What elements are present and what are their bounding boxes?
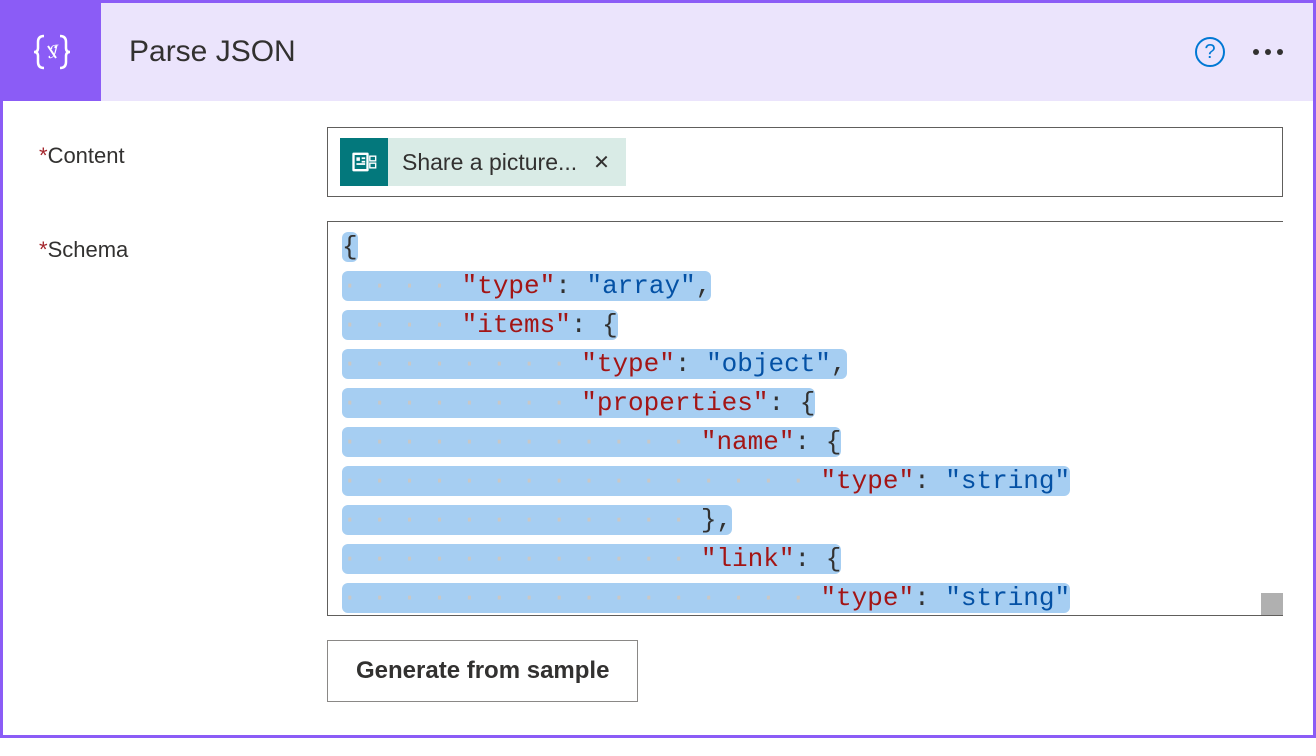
code-line: { (342, 228, 1269, 267)
action-icon: ℐ (3, 3, 101, 101)
content-field: Share a picture... ✕ (327, 127, 1283, 197)
dynamic-content-token[interactable]: Share a picture... ✕ (340, 138, 626, 186)
code-line: ················"type": "string" (342, 579, 1269, 616)
scrollbar-thumb[interactable] (1261, 593, 1283, 615)
code-line: ····"type": "array", (342, 267, 1269, 306)
generate-from-sample-button[interactable]: Generate from sample (327, 640, 638, 702)
code-line: ················"type": "string" (342, 462, 1269, 501)
schema-field: {····"type": "array",····"items": {·····… (327, 221, 1283, 702)
code-line: ············"link": { (342, 540, 1269, 579)
braces-icon: ℐ (28, 28, 76, 76)
code-line: ············"name": { (342, 423, 1269, 462)
required-marker: * (39, 237, 48, 262)
code-line: ········"properties": { (342, 384, 1269, 423)
schema-label: *Schema (39, 221, 327, 263)
required-marker: * (39, 143, 48, 168)
help-icon[interactable]: ? (1195, 37, 1225, 67)
content-row: *Content Share a picture... ✕ (39, 127, 1283, 197)
code-line: ········"type": "object", (342, 345, 1269, 384)
action-title: Parse JSON (129, 35, 1195, 69)
token-label: Share a picture... (402, 149, 577, 176)
content-input[interactable]: Share a picture... ✕ (327, 127, 1283, 197)
forms-icon (340, 138, 388, 186)
action-header: ℐ Parse JSON ? (3, 3, 1313, 101)
more-icon[interactable] (1253, 49, 1283, 55)
code-line: ············}, (342, 501, 1269, 540)
action-body: *Content Share a picture... ✕ *Schema {·… (3, 101, 1313, 756)
content-label: *Content (39, 127, 327, 169)
schema-editor[interactable]: {····"type": "array",····"items": {·····… (327, 221, 1283, 616)
token-remove-icon[interactable]: ✕ (593, 150, 610, 175)
code-line: ····"items": { (342, 306, 1269, 345)
schema-row: *Schema {····"type": "array",····"items"… (39, 221, 1283, 702)
svg-text:ℐ: ℐ (48, 42, 60, 62)
